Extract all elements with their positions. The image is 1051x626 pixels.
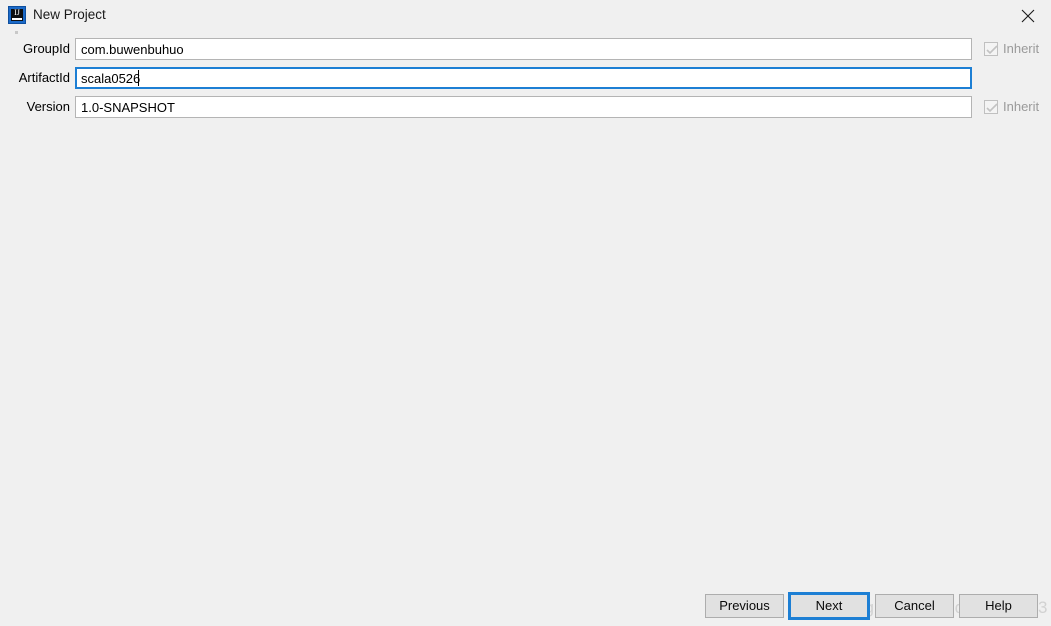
form-row-artifactid: ArtifactId [0,67,1051,89]
groupid-label: GroupId [23,41,70,56]
version-inherit-label: Inherit [1003,99,1040,114]
previous-button[interactable]: Previous [705,594,784,618]
groupid-inherit-checkbox[interactable]: Inherit [984,40,1039,58]
checkbox-box [984,100,998,114]
intellij-idea-icon: IJ [8,6,26,24]
checkmark-icon [986,45,998,55]
close-button[interactable] [1005,0,1051,30]
checkmark-icon [986,103,998,113]
artifactid-input[interactable] [75,67,972,89]
form-row-groupid: GroupId Inherit [0,38,1051,60]
form-row-version: Version Inherit [0,96,1051,118]
checkbox-box [984,42,998,56]
cancel-button[interactable]: Cancel [875,594,954,618]
dialog-button-bar: Previous Next Cancel Help [0,588,1051,626]
next-button[interactable]: Next [788,592,870,620]
window-title: New Project [33,7,106,22]
project-coordinates-form: GroupId Inherit ArtifactId Version Inhe [0,30,1051,130]
artifactid-label: ArtifactId [18,70,70,85]
version-inherit-checkbox[interactable]: Inherit [984,98,1039,116]
groupid-input[interactable] [75,38,972,60]
groupid-inherit-label: Inherit [1003,41,1040,56]
close-icon [1021,9,1035,23]
help-button[interactable]: Help [959,594,1038,618]
version-label: Version [26,99,70,114]
version-input[interactable] [75,96,972,118]
text-caret [138,70,139,86]
title-bar: IJ New Project [0,0,1051,30]
